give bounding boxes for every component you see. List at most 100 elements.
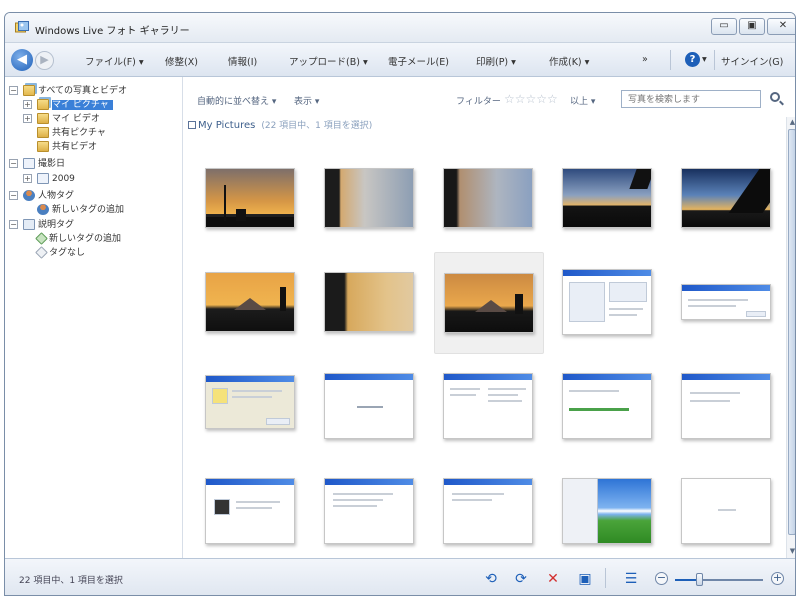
thumbnail-image bbox=[681, 284, 771, 320]
tree-item-label: マイ ピクチャ bbox=[52, 100, 113, 110]
scroll-up-arrow[interactable]: ▲ bbox=[788, 118, 795, 127]
expand-icon[interactable]: + bbox=[23, 174, 32, 183]
navigation-tree: − すべての写真とビデオ + マイ ピクチャ + マイ ビデオ 共有ピクチャ 共… bbox=[5, 77, 183, 558]
expand-icon[interactable]: + bbox=[23, 114, 32, 123]
person-icon bbox=[23, 190, 35, 201]
tree-item-label: すべての写真とビデオ bbox=[38, 86, 128, 96]
forward-button[interactable]: ▶ bbox=[35, 51, 54, 70]
delete-icon[interactable]: ✕ bbox=[545, 571, 561, 587]
menu-overflow[interactable]: » bbox=[642, 54, 648, 65]
menu-signin[interactable]: サインイン(G) bbox=[721, 54, 783, 68]
rating-filter-stars[interactable]: ☆☆☆☆☆ bbox=[504, 92, 558, 106]
breadcrumb: My Pictures (22 項目中、1 項目を選択) bbox=[188, 118, 372, 131]
screenshot-thumbnail[interactable] bbox=[553, 369, 663, 471]
zoom-slider-thumb[interactable] bbox=[696, 573, 703, 586]
menu-help-dropdown[interactable]: ▾ bbox=[702, 54, 707, 65]
screenshot-thumbnail[interactable] bbox=[672, 369, 782, 471]
menu-fix[interactable]: 修整(X) bbox=[165, 54, 198, 68]
zoom-slider[interactable] bbox=[675, 573, 763, 586]
thumbnail-image bbox=[205, 168, 295, 228]
close-button[interactable]: ✕ bbox=[767, 18, 795, 35]
photo-gallery-window: Windows Live フォト ギャラリー ▭ ▣ ✕ ◀ ▶ ファイル(F)… bbox=[4, 12, 796, 596]
calendar-icon bbox=[23, 158, 35, 169]
photo-thumbnail[interactable] bbox=[315, 266, 425, 368]
photo-thumbnail[interactable] bbox=[553, 163, 663, 265]
scrollbar-thumb[interactable] bbox=[788, 129, 795, 535]
sort-dropdown[interactable]: 自動的に並べ替え ▾ bbox=[197, 94, 276, 107]
menu-print[interactable]: 印刷(P) ▾ bbox=[476, 54, 516, 68]
photo-thumbnail[interactable] bbox=[196, 163, 306, 265]
photos-folder-icon bbox=[23, 85, 35, 96]
title-bar: Windows Live フォト ギャラリー ▭ ▣ ✕ bbox=[5, 13, 795, 43]
tree-item-add-people-tag[interactable]: 新しいタグの追加 bbox=[37, 203, 124, 217]
tree-item-shared-videos[interactable]: 共有ビデオ bbox=[37, 140, 97, 154]
vertical-scrollbar[interactable]: ▲ ▼ bbox=[786, 117, 795, 558]
collapse-icon[interactable]: − bbox=[9, 86, 18, 95]
add-person-tag-icon bbox=[37, 204, 49, 215]
search-input[interactable] bbox=[621, 90, 761, 108]
maximize-button[interactable]: ▣ bbox=[739, 18, 765, 35]
tree-item-label: 新しいタグの追加 bbox=[52, 205, 125, 215]
thumbnail-image bbox=[324, 272, 414, 332]
tree-item-untagged[interactable]: タグなし bbox=[35, 246, 85, 260]
thumbnail-image bbox=[443, 478, 533, 544]
collapse-icon[interactable]: − bbox=[9, 191, 18, 200]
zoom-out-icon[interactable]: − bbox=[655, 572, 668, 585]
tag-folder-icon bbox=[23, 219, 35, 230]
menu-email[interactable]: 電子メール(E) bbox=[388, 54, 449, 68]
screenshot-thumbnail[interactable] bbox=[553, 266, 663, 368]
slideshow-icon[interactable]: ▣ bbox=[577, 571, 593, 587]
tree-item-label: 人物タグ bbox=[38, 191, 75, 201]
menu-file[interactable]: ファイル(F) ▾ bbox=[85, 54, 144, 68]
thumbnail-image bbox=[443, 373, 533, 439]
shared-folder-icon bbox=[37, 127, 49, 138]
scroll-down-arrow[interactable]: ▼ bbox=[788, 547, 795, 556]
thumbnail-image bbox=[324, 478, 414, 544]
menu-upload[interactable]: アップロード(B) ▾ bbox=[289, 54, 368, 68]
zoom-in-icon[interactable]: + bbox=[771, 572, 784, 585]
thumbnail-image bbox=[324, 168, 414, 228]
rotate-right-icon[interactable]: ⟳ bbox=[513, 571, 529, 587]
menu-info[interactable]: 情報(I) bbox=[228, 54, 257, 68]
rotate-left-icon[interactable]: ⟲ bbox=[483, 571, 499, 587]
minimize-button[interactable]: ▭ bbox=[711, 18, 737, 35]
tree-item-label: 新しいタグの追加 bbox=[49, 234, 122, 244]
tree-item-label: マイ ビデオ bbox=[52, 114, 100, 124]
tree-item-add-descriptive-tag[interactable]: 新しいタグの追加 bbox=[35, 232, 122, 246]
photo-thumbnail[interactable] bbox=[434, 163, 544, 265]
thumbnail-image bbox=[205, 478, 295, 544]
details-view-icon[interactable]: ☰ bbox=[623, 571, 639, 587]
screenshot-thumbnail[interactable] bbox=[315, 369, 425, 471]
window-title: Windows Live フォト ギャラリー bbox=[35, 26, 190, 37]
rating-range-dropdown[interactable]: 以上 ▾ bbox=[570, 94, 595, 107]
thumbnail-image bbox=[324, 373, 414, 439]
thumbnail-image bbox=[562, 373, 652, 439]
tree-item-label: 説明タグ bbox=[38, 220, 75, 230]
screenshot-thumbnail[interactable] bbox=[672, 266, 782, 368]
photo-thumbnail-selected[interactable] bbox=[434, 252, 544, 354]
screenshot-thumbnail[interactable] bbox=[196, 369, 306, 471]
breadcrumb-folder[interactable]: My Pictures bbox=[198, 120, 255, 131]
command-separator bbox=[670, 50, 671, 70]
back-button[interactable]: ◀ bbox=[11, 49, 33, 71]
thumbnail-image bbox=[205, 272, 295, 332]
collapse-icon[interactable]: − bbox=[9, 159, 18, 168]
expand-icon[interactable]: + bbox=[23, 100, 32, 109]
shared-folder-icon bbox=[37, 141, 49, 152]
display-dropdown[interactable]: 表示 ▾ bbox=[294, 94, 319, 107]
photo-thumbnail[interactable] bbox=[672, 163, 782, 265]
search-icon[interactable] bbox=[770, 92, 780, 102]
screenshot-thumbnail[interactable] bbox=[434, 369, 544, 471]
calendar-icon bbox=[37, 173, 49, 184]
photo-gallery-app-icon bbox=[15, 21, 29, 33]
thumbnail-image bbox=[443, 168, 533, 228]
thumbnail-image bbox=[681, 373, 771, 439]
menu-make[interactable]: 作成(K) ▾ bbox=[549, 54, 589, 68]
help-icon[interactable]: ? bbox=[685, 52, 700, 67]
select-all-checkbox[interactable] bbox=[188, 121, 196, 129]
command-separator bbox=[714, 50, 715, 70]
collapse-icon[interactable]: − bbox=[9, 220, 18, 229]
photo-thumbnail[interactable] bbox=[315, 163, 425, 265]
tree-item-shared-pictures[interactable]: 共有ピクチャ bbox=[37, 126, 106, 140]
photo-thumbnail[interactable] bbox=[196, 266, 306, 368]
